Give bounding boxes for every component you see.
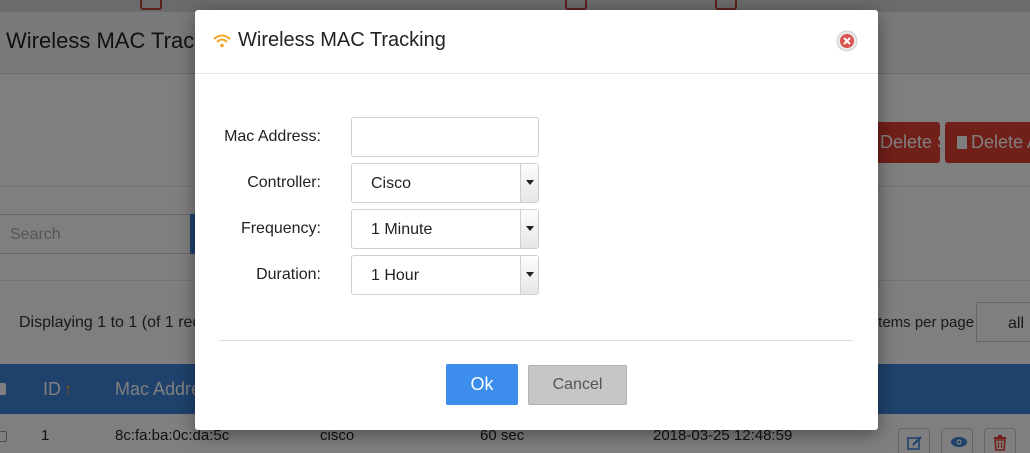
- wireless-mac-tracking-dialog: Wireless MAC Tracking Mac Address: Contr…: [195, 10, 878, 430]
- mac-address-input[interactable]: [351, 117, 539, 157]
- mac-address-label: Mac Address:: [224, 128, 321, 145]
- modal-divider: [219, 340, 853, 341]
- duration-label: Duration:: [256, 266, 321, 283]
- dropdown-caret-icon: [520, 256, 538, 294]
- modal-header: Wireless MAC Tracking: [195, 10, 878, 74]
- duration-select[interactable]: 1 Hour: [351, 255, 539, 295]
- duration-value: 1 Hour: [371, 267, 420, 284]
- frequency-value: 1 Minute: [371, 221, 433, 238]
- cancel-button[interactable]: Cancel: [528, 365, 627, 405]
- wifi-icon: [213, 34, 231, 48]
- modal-title: Wireless MAC Tracking: [238, 29, 446, 51]
- controller-select[interactable]: Cisco: [351, 163, 539, 203]
- controller-label: Controller:: [247, 174, 321, 191]
- ok-button[interactable]: Ok: [446, 364, 518, 405]
- frequency-select[interactable]: 1 Minute: [351, 209, 539, 249]
- close-icon[interactable]: [836, 30, 858, 52]
- dropdown-caret-icon: [520, 210, 538, 248]
- controller-value: Cisco: [371, 175, 412, 192]
- dropdown-caret-icon: [520, 164, 538, 202]
- frequency-label: Frequency:: [240, 220, 321, 237]
